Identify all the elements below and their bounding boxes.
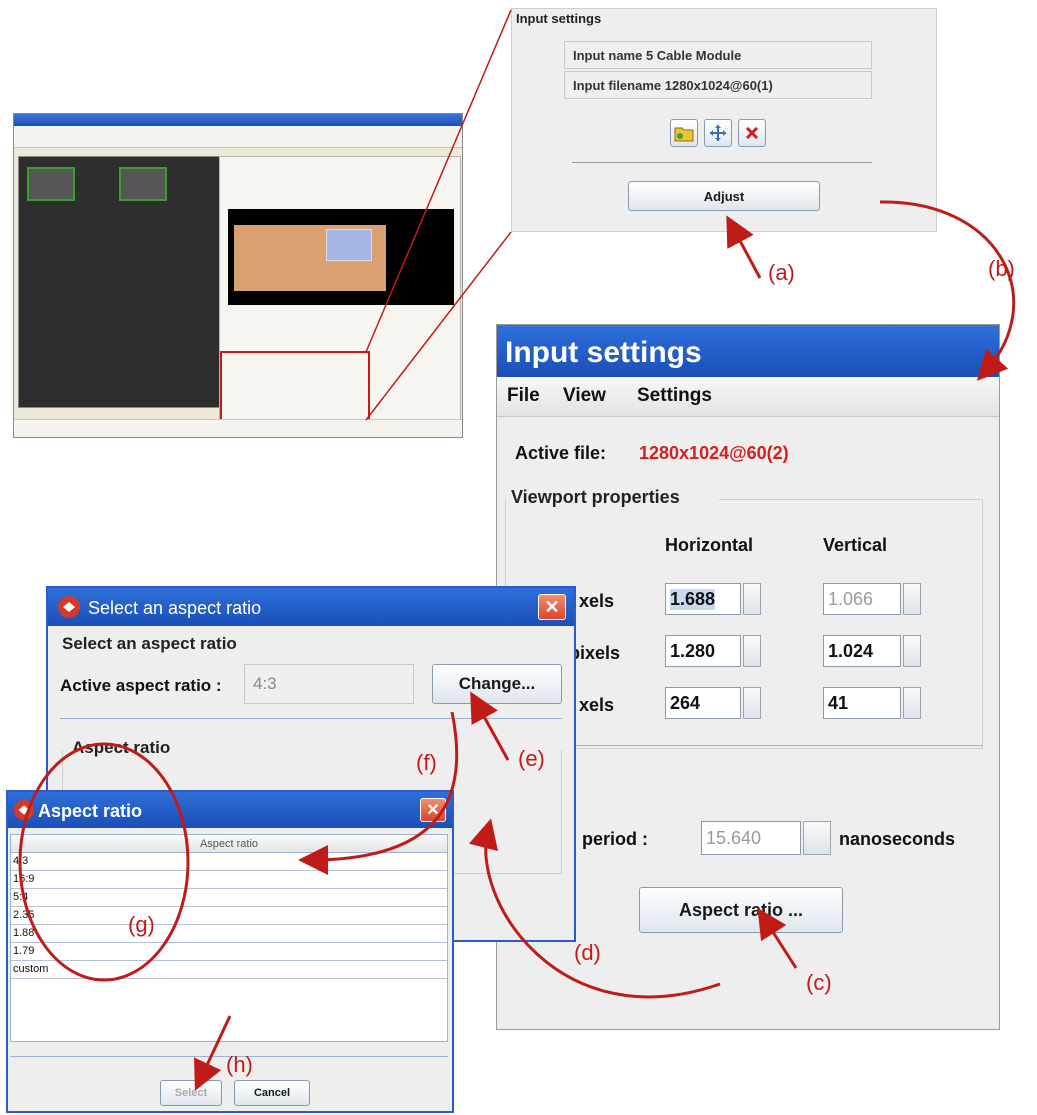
callout-b: (b) — [988, 256, 1015, 281]
arrow-c — [757, 907, 798, 969]
callout-f: (f) — [416, 750, 437, 775]
callout-d: (d) — [574, 940, 601, 965]
arrow-d — [469, 818, 721, 999]
arrow-f — [298, 711, 459, 875]
callout-a: (a) — [768, 260, 795, 285]
callout-e: (e) — [518, 746, 545, 771]
circle-g — [18, 742, 190, 982]
arrow-a — [726, 215, 762, 279]
annotation-overlay — [18, 9, 1016, 1091]
zoom-line-bottom — [365, 231, 512, 421]
zoom-line-top — [365, 9, 512, 353]
arrow-e — [470, 691, 510, 761]
callout-h: (h) — [226, 1052, 253, 1077]
arrow-b — [879, 200, 1016, 381]
callout-c: (c) — [806, 970, 832, 995]
callout-g: (g) — [128, 912, 155, 937]
